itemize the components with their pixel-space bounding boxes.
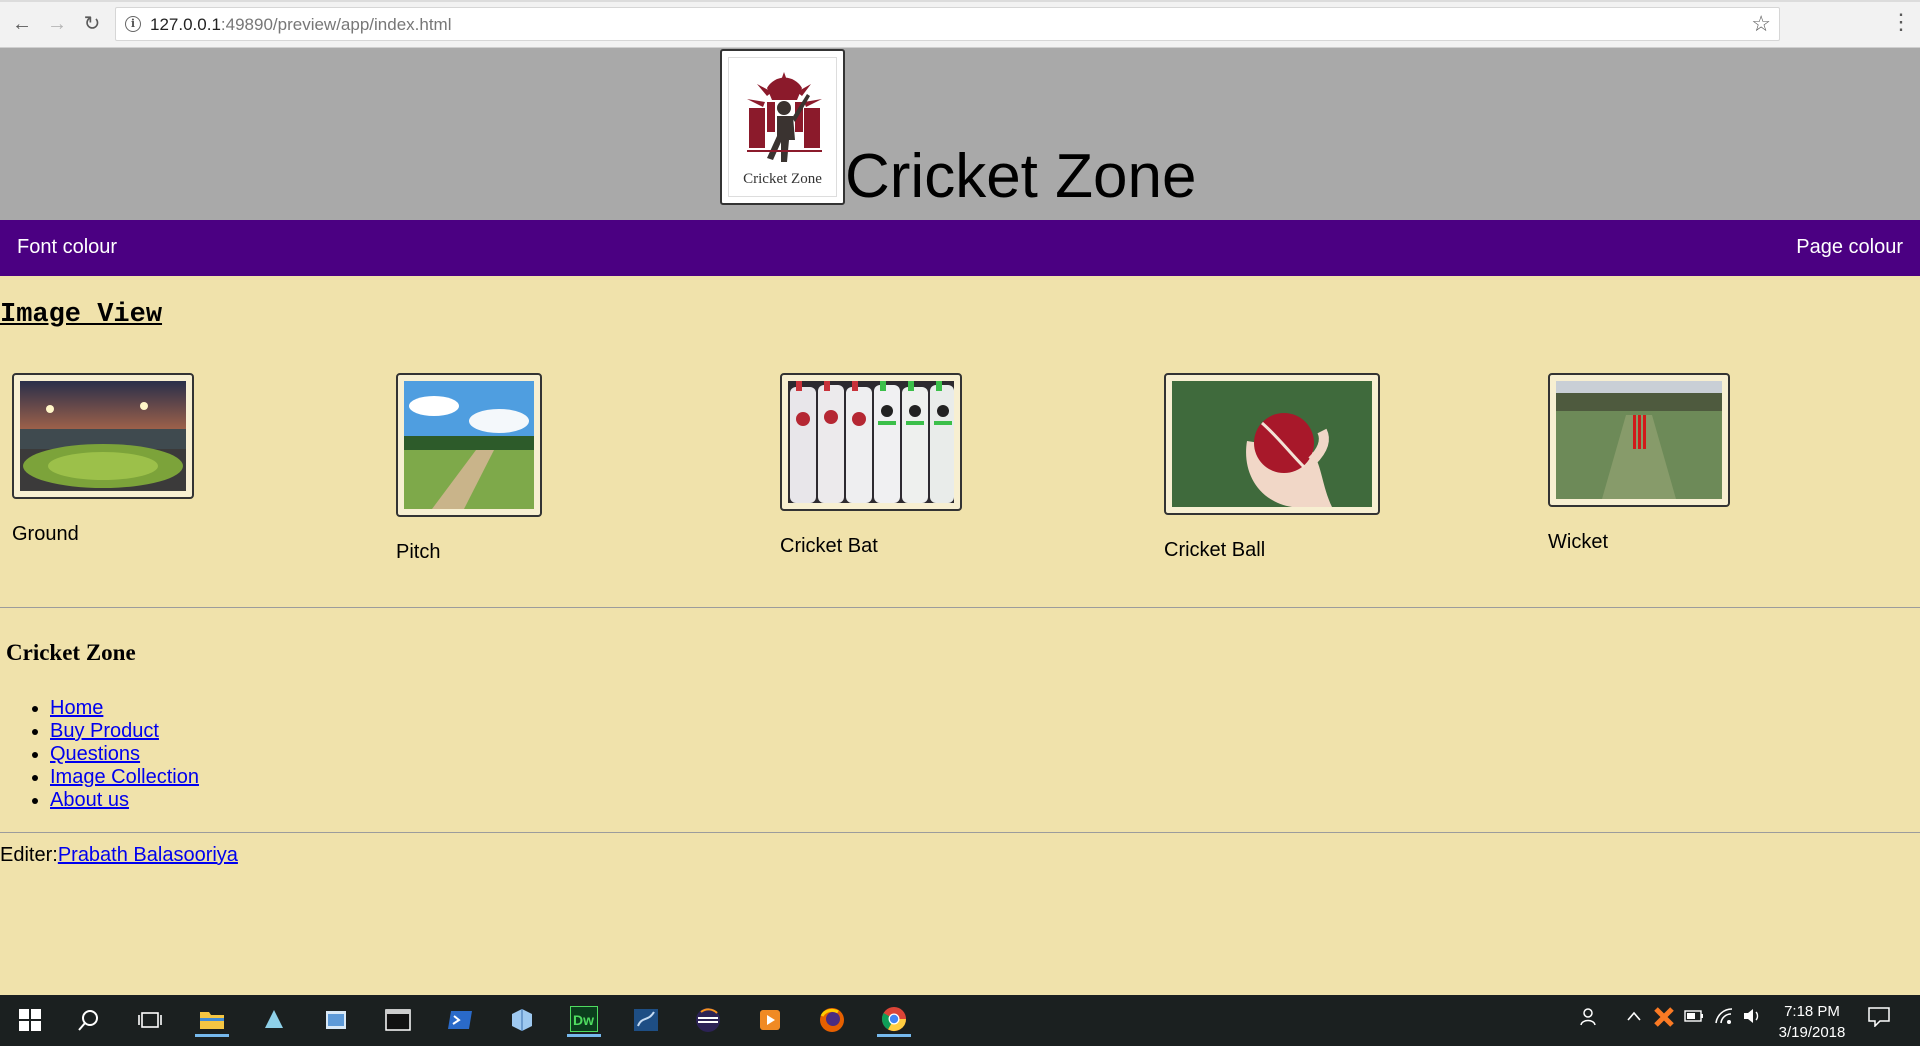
powershell-icon[interactable] — [443, 1003, 477, 1037]
svg-text:Dw: Dw — [573, 1012, 594, 1028]
cricket-bat-image — [788, 381, 954, 503]
footer-nav-list: Home Buy Product Questions Image Collect… — [29, 697, 199, 812]
virtualbox-icon[interactable] — [505, 1003, 539, 1037]
system-clock[interactable]: 7:18 PM 3/19/2018 — [1772, 1001, 1852, 1043]
url-path: :49890/preview/app/index.html — [220, 15, 452, 34]
windows-start-icon[interactable] — [13, 1003, 47, 1037]
thumbnail-frame[interactable] — [12, 373, 194, 499]
gallery-item-cricket-ball[interactable]: Cricket Ball — [1164, 373, 1380, 562]
cricket-ball-image — [1172, 381, 1372, 507]
thumbnail-frame[interactable] — [1164, 373, 1380, 515]
wicket-image — [1556, 381, 1722, 499]
link-buy-product[interactable]: Buy Product — [50, 720, 159, 742]
navbar: Font colour Page colour — [0, 220, 1920, 276]
xampp-icon[interactable] — [1654, 1007, 1674, 1032]
search-icon[interactable] — [72, 1003, 106, 1037]
clock-date: 3/19/2018 — [1778, 1024, 1846, 1041]
divider — [0, 832, 1920, 833]
gallery-item-wicket[interactable]: Wicket — [1548, 373, 1730, 554]
notifications-icon[interactable] — [1868, 1007, 1890, 1032]
chrome-icon[interactable] — [877, 1003, 911, 1037]
battery-icon[interactable] — [1684, 1009, 1704, 1028]
gallery-caption: Wicket — [1548, 531, 1608, 553]
clock-time: 7:18 PM — [1784, 1003, 1840, 1020]
editor-label: Editer: — [0, 844, 58, 866]
logo-caption: Cricket Zone — [743, 171, 822, 187]
address-bar[interactable]: i 127.0.0.1:49890/preview/app/index.html… — [115, 7, 1780, 41]
link-about-us[interactable]: About us — [50, 789, 129, 811]
volume-icon[interactable] — [1742, 1007, 1762, 1030]
thumbnail-frame[interactable] — [1548, 373, 1730, 507]
gallery-item-ground[interactable]: Ground — [12, 373, 194, 546]
list-item: About us — [50, 789, 199, 812]
pitch-image — [404, 381, 534, 509]
gallery-item-pitch[interactable]: Pitch — [396, 373, 542, 564]
url-text[interactable]: 127.0.0.1:49890/preview/app/index.html — [150, 15, 452, 35]
windows-taskbar: Dw 7:18 PM 3/19/2018 — [0, 995, 1920, 1046]
gallery-caption: Cricket Bat — [780, 535, 878, 557]
reload-button[interactable]: ↻ — [79, 11, 105, 37]
tab-strip — [0, 0, 1920, 2]
site-title: Cricket Zone — [845, 142, 1197, 211]
task-view-icon[interactable] — [133, 1003, 167, 1037]
section-title: Image View — [0, 300, 163, 330]
eclipse-icon[interactable] — [691, 1003, 725, 1037]
url-host: 127.0.0.1 — [150, 15, 221, 34]
gallery-caption: Pitch — [396, 541, 441, 563]
app-icon[interactable] — [257, 1003, 291, 1037]
media-player-icon[interactable] — [753, 1003, 787, 1037]
editor-link[interactable]: Prabath Balasooriya — [58, 844, 238, 866]
thumbnail-frame[interactable] — [396, 373, 542, 517]
terminal-icon[interactable] — [381, 1003, 415, 1037]
chevron-up-icon[interactable] — [1626, 1009, 1642, 1027]
link-image-collection[interactable]: Image Collection — [50, 766, 199, 788]
gallery-caption: Cricket Ball — [1164, 539, 1266, 561]
site-header: Cricket Zone Cricket Zone — [0, 48, 1920, 220]
image-viewer-icon[interactable] — [319, 1003, 353, 1037]
forward-button[interactable]: → — [44, 11, 70, 37]
back-button[interactable]: ← — [9, 11, 35, 37]
link-home[interactable]: Home — [50, 697, 103, 719]
list-item: Home — [50, 697, 199, 720]
page-colour-button[interactable]: Page colour — [1796, 236, 1903, 259]
people-icon[interactable] — [1580, 1007, 1600, 1032]
cricket-player-logo-icon — [747, 72, 822, 162]
list-item: Questions — [50, 743, 199, 766]
wifi-icon[interactable] — [1714, 1007, 1734, 1030]
browser-toolbar: ← → ↻ i 127.0.0.1:49890/preview/app/inde… — [0, 0, 1920, 48]
list-item: Buy Product — [50, 720, 199, 743]
bookmark-star-icon[interactable]: ☆ — [1751, 11, 1771, 37]
info-icon[interactable]: i — [125, 16, 141, 32]
footer-title: Cricket Zone — [6, 640, 136, 665]
site-logo: Cricket Zone — [720, 49, 845, 205]
logo-image: Cricket Zone — [728, 57, 837, 197]
file-explorer-icon[interactable] — [195, 1003, 229, 1037]
link-questions[interactable]: Questions — [50, 743, 140, 765]
divider — [0, 607, 1920, 608]
browser-menu-icon[interactable]: ⋮ — [1890, 11, 1912, 36]
gallery-caption: Ground — [12, 523, 79, 545]
stadium-image — [20, 381, 186, 491]
sql-server-icon[interactable] — [629, 1003, 663, 1037]
editor-credit: Editer:Prabath Balasooriya — [0, 844, 238, 867]
firefox-icon[interactable] — [815, 1003, 849, 1037]
list-item: Image Collection — [50, 766, 199, 789]
dreamweaver-icon[interactable]: Dw — [567, 1003, 601, 1037]
gallery-item-cricket-bat[interactable]: Cricket Bat — [780, 373, 962, 558]
thumbnail-frame[interactable] — [780, 373, 962, 511]
font-colour-button[interactable]: Font colour — [17, 236, 117, 259]
